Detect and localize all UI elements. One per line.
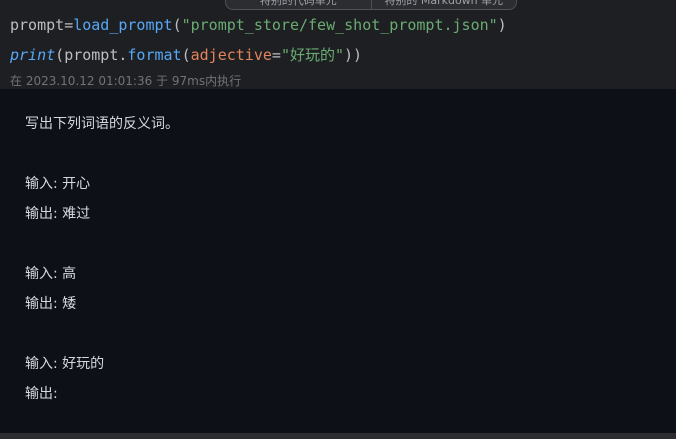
code-token: = xyxy=(271,46,281,64)
output-line: 输出: xyxy=(25,386,58,402)
code-token: "prompt_store/few_shot_prompt.json" xyxy=(181,16,498,34)
code-cell[interactable]: prompt=load_prompt("prompt_store/few_sho… xyxy=(0,0,676,89)
cell-output: 写出下列词语的反义词。 输入: 开心 输出: 难过 输入: 高 输出: 矮 输入… xyxy=(0,89,676,439)
output-line: 输出: 难过 xyxy=(25,206,91,222)
code-token: ( xyxy=(181,46,191,64)
code-token: ( xyxy=(55,46,65,64)
code-token: adjective xyxy=(190,46,272,64)
output-line: 输出: 矮 xyxy=(25,296,77,312)
code-line-1[interactable]: prompt=load_prompt("prompt_store/few_sho… xyxy=(10,15,507,35)
code-token: "好玩的" xyxy=(280,46,344,64)
code-token: print xyxy=(10,46,56,64)
code-line-2[interactable]: print(prompt.format(adjective="好玩的")) xyxy=(10,45,362,65)
code-token: format xyxy=(127,46,182,64)
code-token: load_prompt xyxy=(73,16,173,34)
output-line: 输入: 开心 xyxy=(25,176,91,192)
code-token: = xyxy=(64,16,74,34)
code-token: )) xyxy=(344,46,363,64)
code-token: prompt. xyxy=(64,46,128,64)
code-token: ( xyxy=(172,16,182,34)
execution-status: 在 2023.10.12 01:01:36 于 97ms内执行 xyxy=(10,74,242,88)
code-token: ) xyxy=(497,16,507,34)
horizontal-scrollbar[interactable] xyxy=(0,433,676,439)
code-token: prompt xyxy=(10,16,65,34)
output-line: 写出下列词语的反义词。 xyxy=(25,116,179,132)
output-line: 输入: 好玩的 xyxy=(25,356,105,372)
output-line: 输入: 高 xyxy=(25,266,77,282)
